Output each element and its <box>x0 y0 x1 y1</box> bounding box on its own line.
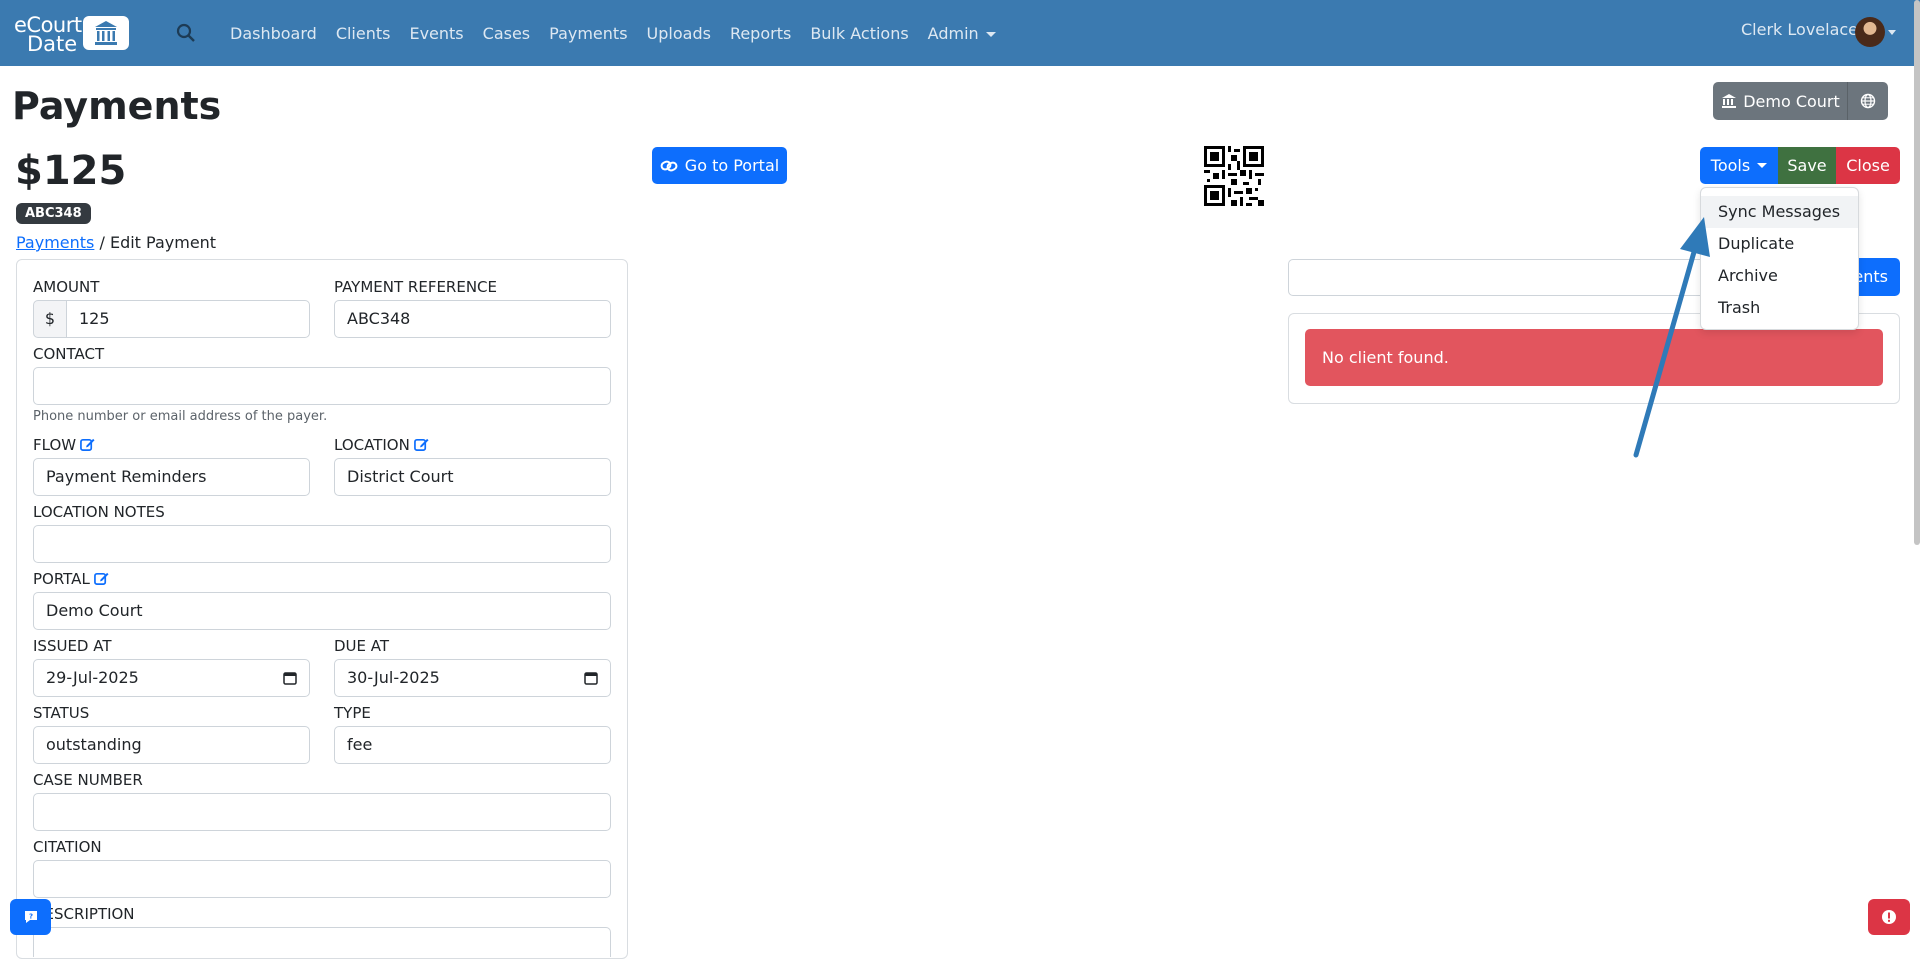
nav-uploads[interactable]: Uploads <box>647 24 711 43</box>
help-chat-icon: ? <box>24 911 37 923</box>
user-name[interactable]: Clerk Lovelace <box>1741 20 1858 39</box>
nav-cases[interactable]: Cases <box>483 24 531 43</box>
citation-input[interactable] <box>33 860 611 898</box>
type-input[interactable]: fee <box>334 726 611 764</box>
contact-label: CONTACT <box>33 345 105 363</box>
menu-item-archive[interactable]: Archive <box>1701 260 1858 292</box>
calendar-icon[interactable] <box>584 671 598 685</box>
svg-text:?: ? <box>28 913 32 921</box>
main-nav: Dashboard Clients Events Cases Payments … <box>230 0 1015 66</box>
close-button[interactable]: Close <box>1836 147 1900 184</box>
reference-badge: ABC348 <box>16 203 91 224</box>
courthouse-icon <box>1722 94 1737 108</box>
court-button-label: Demo Court <box>1743 91 1840 111</box>
type-label: TYPE <box>334 704 371 722</box>
go-to-portal-button[interactable]: Go to Portal <box>652 147 787 184</box>
issued-at-input[interactable]: 29-Jul-2025 <box>33 659 310 697</box>
calendar-icon[interactable] <box>283 671 297 685</box>
tools-dropdown-button[interactable]: Tools <box>1700 147 1778 184</box>
description-input[interactable] <box>33 927 611 957</box>
edit-icon[interactable] <box>80 437 95 452</box>
flow-label-text: FLOW <box>33 436 77 454</box>
status-input[interactable]: outstanding <box>33 726 310 764</box>
nav-payments[interactable]: Payments <box>549 24 627 43</box>
globe-button[interactable] <box>1847 82 1888 120</box>
case-number-label: CASE NUMBER <box>33 771 143 789</box>
breadcrumb-current: / Edit Payment <box>99 233 217 252</box>
amount-label: AMOUNT <box>33 278 100 296</box>
qr-code[interactable] <box>1204 146 1264 206</box>
breadcrumb: Payments / Edit Payment <box>16 233 216 252</box>
brand-logo[interactable]: eCourt Date <box>14 14 129 56</box>
edit-icon[interactable] <box>93 571 109 586</box>
tools-dropdown-menu: Sync Messages Duplicate Archive Trash <box>1700 187 1859 330</box>
due-at-value: 30-Jul-2025 <box>347 668 440 687</box>
case-number-input[interactable] <box>33 793 611 831</box>
nav-events[interactable]: Events <box>409 24 463 43</box>
status-label: STATUS <box>33 704 90 722</box>
due-at-label: DUE AT <box>334 637 390 655</box>
tools-label: Tools <box>1710 156 1751 175</box>
amount-prefix: $ <box>33 300 67 338</box>
due-at-input[interactable]: 30-Jul-2025 <box>334 659 611 697</box>
error-report-button[interactable] <box>1868 899 1910 935</box>
globe-icon <box>1860 93 1876 109</box>
amount-display: $125 <box>15 148 127 194</box>
location-notes-label: LOCATION NOTES <box>33 503 165 521</box>
portal-label-text: PORTAL <box>33 570 90 588</box>
location-notes-input[interactable] <box>33 525 611 563</box>
top-navbar: eCourt Date Dashboard Clients Events Cas… <box>0 0 1920 66</box>
search-icon[interactable] <box>175 22 197 44</box>
menu-item-duplicate[interactable]: Duplicate <box>1701 228 1858 260</box>
location-label-text: LOCATION <box>334 436 410 454</box>
location-label: LOCATION <box>334 436 429 454</box>
page-scrollbar[interactable] <box>1914 0 1920 545</box>
nav-reports[interactable]: Reports <box>730 24 791 43</box>
no-client-alert: No client found. <box>1305 329 1883 386</box>
alert-circle-icon <box>1882 910 1896 924</box>
payment-reference-input[interactable]: ABC348 <box>334 300 611 338</box>
avatar[interactable] <box>1855 17 1885 47</box>
amount-input[interactable]: 125 <box>66 300 310 338</box>
payment-form-card: AMOUNT $ 125 PAYMENT REFERENCE ABC348 CO… <box>16 259 628 959</box>
payment-reference-label: PAYMENT REFERENCE <box>334 278 497 296</box>
annotation-arrow-icon <box>1633 217 1710 458</box>
save-button[interactable]: Save <box>1778 147 1836 184</box>
breadcrumb-payments-link[interactable]: Payments <box>16 233 94 252</box>
contact-input[interactable] <box>33 367 611 405</box>
nav-dashboard[interactable]: Dashboard <box>230 24 317 43</box>
chevron-down-icon[interactable] <box>1888 30 1896 35</box>
issued-at-label: ISSUED AT <box>33 637 112 655</box>
citation-label: CITATION <box>33 838 102 856</box>
menu-item-sync-messages[interactable]: Sync Messages <box>1701 196 1858 228</box>
chevron-down-icon <box>1757 163 1768 168</box>
page-title: Payments <box>12 84 222 128</box>
nav-admin-label: Admin <box>927 23 979 43</box>
issued-at-value: 29-Jul-2025 <box>46 668 139 687</box>
edit-icon[interactable] <box>413 437 429 452</box>
link-icon <box>660 160 678 171</box>
nav-admin-dropdown[interactable]: Admin <box>928 24 996 43</box>
portal-label: PORTAL <box>33 570 109 588</box>
menu-item-trash[interactable]: Trash <box>1701 292 1858 324</box>
flow-label: FLOW <box>33 436 95 454</box>
courthouse-icon <box>83 16 129 50</box>
location-select[interactable]: District Court <box>334 458 611 496</box>
go-to-portal-label: Go to Portal <box>684 156 780 175</box>
flow-select[interactable]: Payment Reminders <box>33 458 310 496</box>
nav-bulk-actions[interactable]: Bulk Actions <box>810 24 908 43</box>
help-chat-button[interactable]: ? <box>10 899 51 935</box>
contact-help-text: Phone number or email address of the pay… <box>33 409 328 424</box>
chevron-down-icon <box>985 31 996 37</box>
nav-clients[interactable]: Clients <box>336 24 391 43</box>
portal-select[interactable]: Demo Court <box>33 592 611 630</box>
brand-text-line2: Date <box>27 32 78 56</box>
court-button[interactable]: Demo Court <box>1713 82 1848 120</box>
